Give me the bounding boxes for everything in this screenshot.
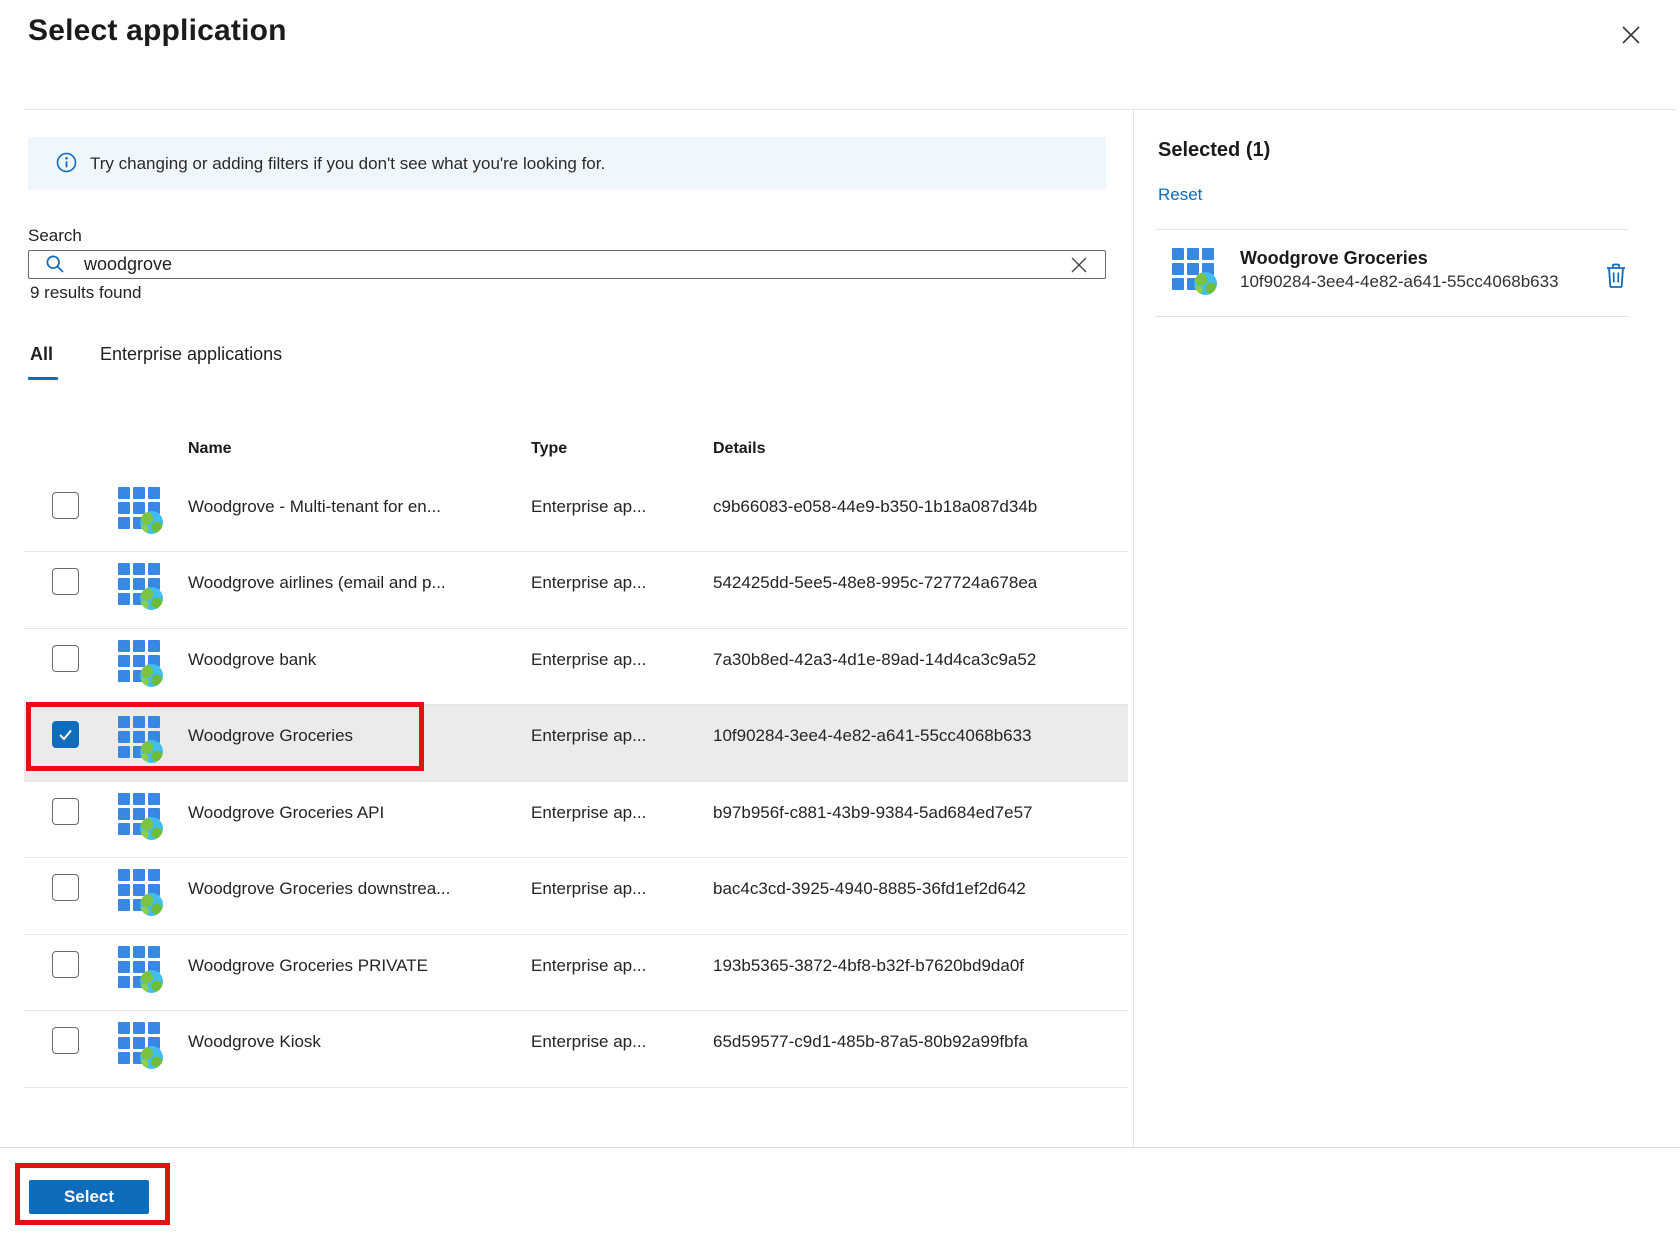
selected-panel-divider: [1155, 229, 1628, 230]
row-type: Enterprise ap...: [531, 726, 646, 746]
table-row[interactable]: Woodgrove Groceries PRIVATE Enterprise ap…: [24, 935, 1128, 1011]
column-header-name[interactable]: Name: [188, 440, 232, 458]
app-grid-globe-icon: [118, 946, 160, 988]
row-checkbox[interactable]: [52, 645, 79, 672]
row-type: Enterprise ap...: [531, 956, 646, 976]
app-grid-globe-icon: [118, 640, 160, 682]
app-grid-globe-icon: [118, 793, 160, 835]
info-banner-text: Try changing or adding filters if you do…: [90, 154, 605, 174]
row-details: 65d59577-c9d1-485b-87a5-80b92a99fbfa: [713, 1032, 1028, 1052]
row-checkbox[interactable]: [52, 1027, 79, 1054]
row-checkbox[interactable]: [52, 492, 79, 519]
search-label: Search: [28, 226, 82, 246]
row-type: Enterprise ap...: [531, 650, 646, 670]
clear-search-icon[interactable]: [1066, 252, 1092, 278]
row-checkbox[interactable]: [52, 951, 79, 978]
globe-icon: [140, 664, 163, 687]
table-row[interactable]: Woodgrove bank Enterprise ap... 7a30b8ed-4…: [24, 629, 1128, 705]
annotation-box-selected-row: [26, 702, 424, 771]
annotation-box-select-button: [15, 1163, 170, 1225]
app-grid-globe-icon: [118, 563, 160, 605]
row-details: c9b66083-e058-44e9-b350-1b18a087d34b: [713, 497, 1037, 517]
row-name: Woodgrove Groceries API: [188, 803, 384, 823]
globe-icon: [140, 587, 163, 610]
row-type: Enterprise ap...: [531, 803, 646, 823]
search-value: woodgrove: [84, 250, 172, 279]
app-grid-globe-icon: [118, 1022, 160, 1064]
column-header-type[interactable]: Type: [531, 440, 567, 458]
row-details: 7a30b8ed-42a3-4d1e-89ad-14d4ca3c9a52: [713, 650, 1036, 670]
globe-icon: [140, 511, 163, 534]
globe-icon: [140, 1046, 163, 1069]
app-grid-globe-icon: [118, 869, 160, 911]
row-name: Woodgrove - Multi-tenant for en...: [188, 497, 441, 517]
active-tab-underline: [28, 377, 58, 380]
globe-icon: [1194, 272, 1217, 295]
table-row[interactable]: Woodgrove - Multi-tenant for en... Enterp…: [24, 476, 1128, 552]
row-details: 542425dd-5ee5-48e8-995c-727724a678ea: [713, 573, 1037, 593]
selected-panel-title: Selected (1): [1158, 139, 1270, 162]
info-icon: [56, 152, 77, 173]
globe-icon: [140, 970, 163, 993]
select-application-dialog: Select application Try changing or addin…: [0, 0, 1680, 1241]
row-checkbox[interactable]: [52, 568, 79, 595]
close-icon[interactable]: [1616, 20, 1646, 50]
selected-item-id: 10f90284-3ee4-4e82-a641-55cc4068b633: [1240, 272, 1559, 292]
table-row[interactable]: Woodgrove airlines (email and p... Enterp…: [24, 552, 1128, 629]
selected-app-grid-globe-icon: [1172, 248, 1214, 290]
footer-divider: [0, 1147, 1680, 1148]
row-details: b97b956f-c881-43b9-9384-5ad684ed7e57: [713, 803, 1033, 823]
table-row[interactable]: Woodgrove Groceries downstrea... Enterpri…: [24, 858, 1128, 935]
search-input[interactable]: [28, 250, 1106, 279]
remove-selected-trash-icon[interactable]: [1602, 260, 1630, 290]
panel-divider: [1133, 109, 1134, 1147]
row-name: Woodgrove airlines (email and p...: [188, 573, 446, 593]
results-count: 9 results found: [30, 283, 142, 303]
row-type: Enterprise ap...: [531, 573, 646, 593]
selected-item-name: Woodgrove Groceries: [1240, 248, 1428, 269]
row-details: 193b5365-3872-4bf8-b32f-b7620bd9da0f: [713, 956, 1024, 976]
row-type: Enterprise ap...: [531, 497, 646, 517]
row-type: Enterprise ap...: [531, 1032, 646, 1052]
row-type: Enterprise ap...: [531, 879, 646, 899]
row-checkbox[interactable]: [52, 798, 79, 825]
page-title: Select application: [28, 14, 287, 48]
column-header-details[interactable]: Details: [713, 440, 765, 458]
row-name: Woodgrove Groceries downstrea...: [188, 879, 450, 899]
tab-all[interactable]: All: [30, 344, 53, 365]
table-row[interactable]: Woodgrove Kiosk Enterprise ap... 65d59577-…: [24, 1011, 1128, 1088]
row-checkbox[interactable]: [52, 874, 79, 901]
search-icon: [45, 254, 66, 275]
row-details: bac4c3cd-3925-4940-8885-36fd1ef2d642: [713, 879, 1026, 899]
row-name: Woodgrove bank: [188, 650, 316, 670]
title-divider: [24, 109, 1676, 110]
tab-enterprise-applications[interactable]: Enterprise applications: [100, 344, 282, 365]
globe-icon: [140, 817, 163, 840]
row-name: Woodgrove Kiosk: [188, 1032, 321, 1052]
table-row[interactable]: Woodgrove Groceries API Enterprise ap... b…: [24, 782, 1128, 858]
selected-card-divider: [1155, 316, 1628, 317]
app-grid-globe-icon: [118, 487, 160, 529]
globe-icon: [140, 893, 163, 916]
reset-link[interactable]: Reset: [1158, 185, 1202, 205]
row-details: 10f90284-3ee4-4e82-a641-55cc4068b633: [713, 726, 1032, 746]
row-name: Woodgrove Groceries PRIVATE: [188, 956, 428, 976]
